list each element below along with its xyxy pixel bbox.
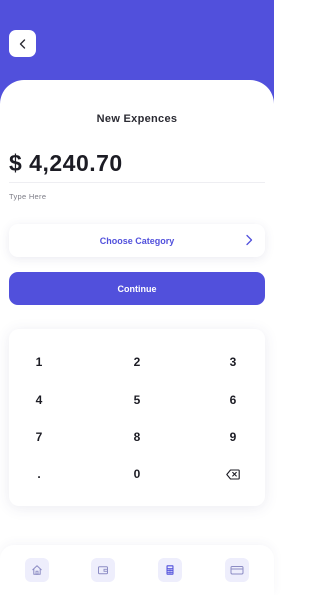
key-decimal[interactable]: . [9, 459, 69, 489]
key-0[interactable]: 0 [107, 459, 167, 489]
key-5[interactable]: 5 [107, 385, 167, 415]
key-2[interactable]: 2 [107, 347, 167, 377]
key-8[interactable]: 8 [107, 422, 167, 452]
key-4[interactable]: 4 [9, 385, 69, 415]
continue-label: Continue [117, 283, 157, 294]
nav-item-wallet[interactable] [91, 558, 115, 582]
backspace-key[interactable] [203, 459, 263, 489]
key-7[interactable]: 7 [9, 422, 69, 452]
number-keypad: 1 2 3 4 5 6 7 8 9 . 0 [9, 329, 265, 506]
home-icon [32, 565, 42, 575]
chevron-left-icon [19, 38, 25, 49]
chevron-right-icon [246, 234, 253, 246]
key-9[interactable]: 9 [203, 422, 263, 452]
amount-divider [9, 182, 265, 183]
credit-card-icon [230, 566, 244, 575]
choose-category-label: Choose Category [99, 235, 175, 246]
nav-item-cards[interactable] [225, 558, 249, 582]
key-3[interactable]: 3 [203, 347, 263, 377]
back-button[interactable] [9, 30, 36, 57]
continue-button[interactable]: Continue [9, 272, 265, 305]
amount-hint: Type Here [9, 192, 47, 201]
bottom-nav [0, 545, 274, 595]
choose-category-button[interactable]: Choose Category [9, 224, 265, 257]
backspace-icon [226, 468, 240, 480]
amount-value[interactable]: $ 4,240.70 [9, 150, 123, 177]
nav-item-home[interactable] [25, 558, 49, 582]
key-1[interactable]: 1 [9, 347, 69, 377]
key-6[interactable]: 6 [203, 385, 263, 415]
calculator-icon [166, 565, 174, 575]
nav-item-calculator[interactable] [158, 558, 182, 582]
wallet-icon [98, 566, 108, 575]
page-title: New Expences [96, 113, 178, 125]
